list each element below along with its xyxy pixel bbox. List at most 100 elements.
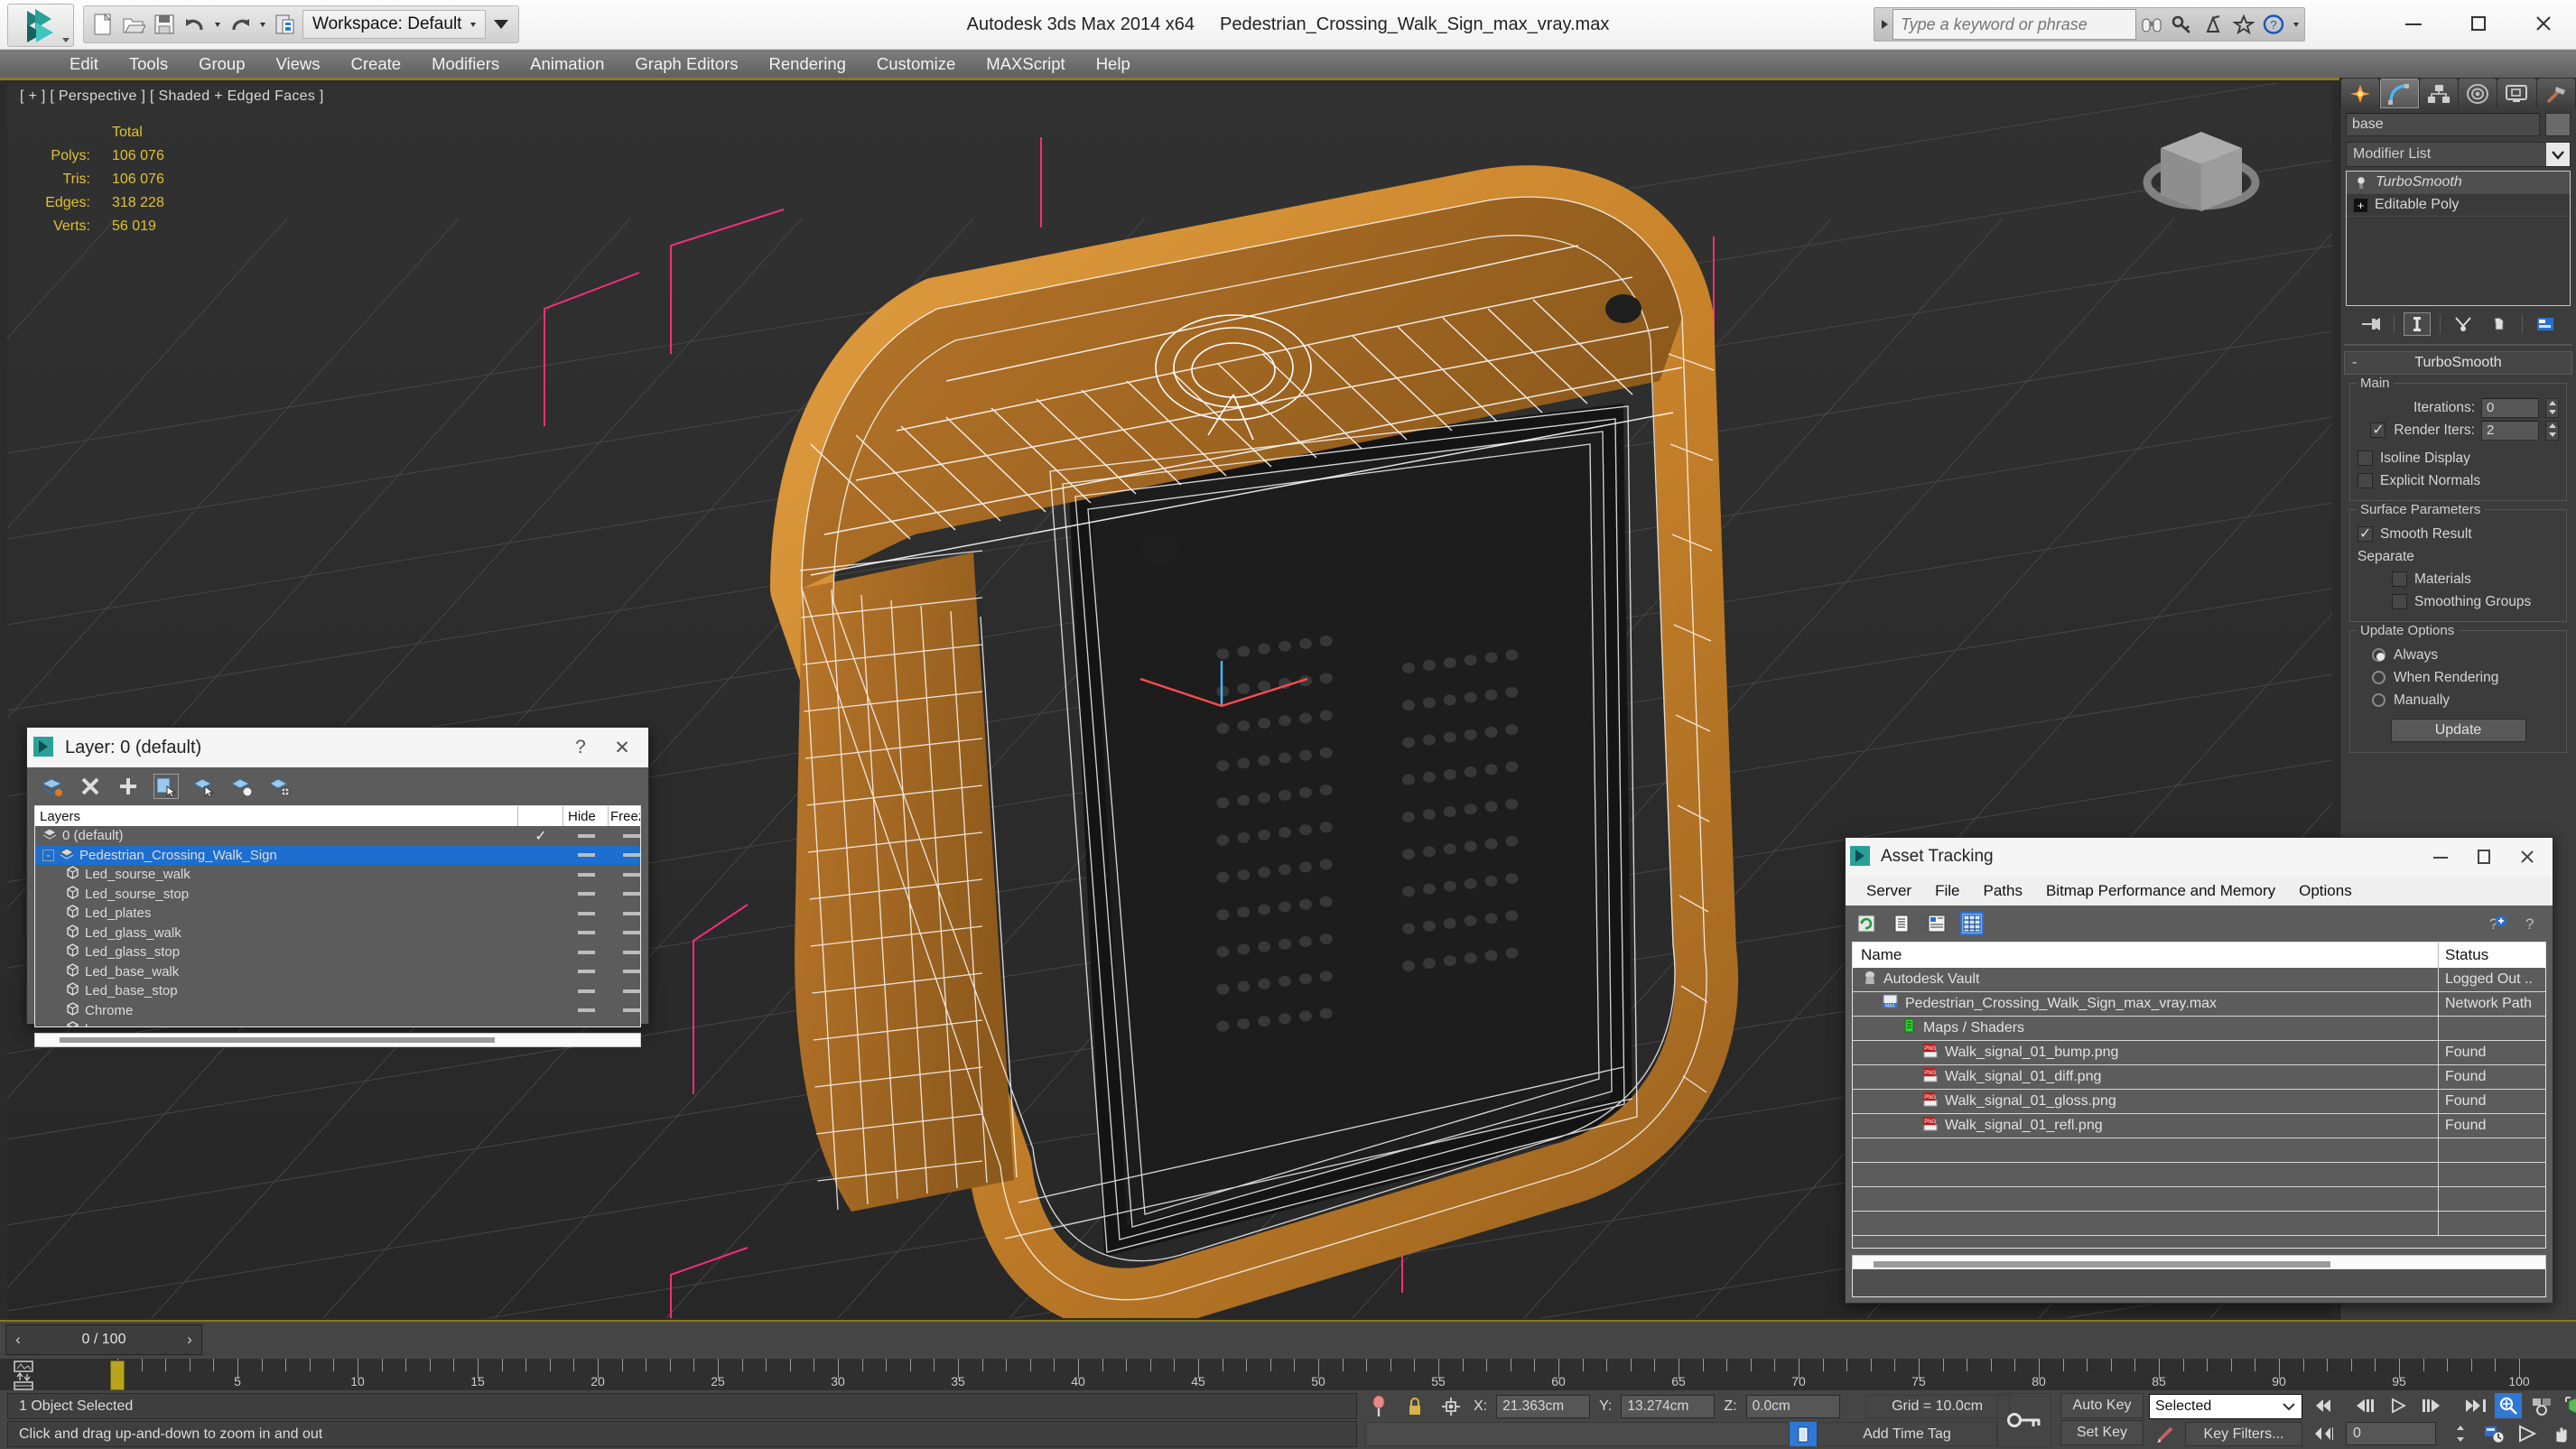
star-icon[interactable]	[2228, 9, 2259, 40]
help-dropdown-icon[interactable]	[2290, 9, 2302, 40]
list-view-icon[interactable]	[1890, 912, 1913, 935]
layer-hide-cell[interactable]	[563, 931, 609, 935]
asset-row[interactable]	[1853, 1163, 2545, 1187]
iterations-spinner[interactable]	[2545, 397, 2559, 418]
rollout-header[interactable]: - TurboSmooth	[2344, 351, 2572, 375]
new-icon[interactable]	[89, 10, 116, 39]
goto-end-icon[interactable]	[2461, 1393, 2488, 1418]
set-current-icon[interactable]	[267, 774, 293, 799]
help-icon[interactable]: ?	[2259, 9, 2290, 40]
smoothing-groups-checkbox[interactable]	[2392, 594, 2407, 609]
project-icon[interactable]	[272, 10, 299, 39]
menu-item-help[interactable]: Help	[1081, 50, 1146, 78]
modify-tab[interactable]	[2380, 79, 2419, 108]
asset-menu-options[interactable]: Options	[2287, 882, 2364, 900]
utilities-tab[interactable]	[2536, 79, 2575, 108]
menu-item-animation[interactable]: Animation	[515, 50, 619, 78]
display-tab[interactable]	[2497, 79, 2536, 108]
undo-dropdown-icon[interactable]	[212, 10, 223, 39]
timeline-ruler[interactable]: 0510152025303540455055606570758085909510…	[114, 1359, 2576, 1392]
modifier-stack-item[interactable]: + Editable Poly	[2347, 194, 2570, 217]
key-mode-combo[interactable]: Selected	[2149, 1394, 2302, 1419]
prev-frame-arrow[interactable]: ‹	[6, 1331, 30, 1349]
goto-start-icon[interactable]	[2308, 1393, 2335, 1418]
pin-icon[interactable]	[1365, 1394, 1392, 1419]
layer-row[interactable]: - Pedestrian_Crossing_Walk_Sign	[35, 845, 640, 865]
always-radio[interactable]	[2372, 648, 2385, 662]
layer-close-button[interactable]: ✕	[601, 729, 643, 766]
asset-row[interactable]: PNG Walk_signal_01_refl.png Found	[1853, 1114, 2545, 1138]
add-time-tag-button[interactable]: Add Time Tag	[1817, 1422, 1997, 1446]
close-button[interactable]	[2511, 0, 2576, 47]
set-key-button[interactable]: Set Key	[2060, 1420, 2144, 1445]
asset-menu-server[interactable]: Server	[1855, 882, 1923, 900]
frame-navigator[interactable]: ‹ 0 / 100 ›	[5, 1324, 202, 1355]
layer-freeze-cell[interactable]	[609, 833, 640, 838]
layer-freeze-cell[interactable]	[609, 1008, 640, 1013]
layer-hide-cell[interactable]	[563, 872, 609, 877]
track-bar-key-icon[interactable]	[7, 1361, 47, 1390]
zoom-region-icon[interactable]	[2495, 1393, 2522, 1418]
asset-minimize-button[interactable]	[2419, 839, 2462, 875]
coord-y-field[interactable]: 13.274cm	[1621, 1394, 1716, 1418]
chevron-down-icon[interactable]	[2546, 143, 2570, 166]
asset-row[interactable]: Autodesk Vault Logged Out ..	[1853, 968, 2545, 992]
undo-icon[interactable]	[181, 10, 209, 39]
materials-checkbox[interactable]	[2392, 571, 2407, 587]
track-bar[interactable]: 0510152025303540455055606570758085909510…	[0, 1359, 2576, 1392]
layer-hide-cell[interactable]	[563, 950, 609, 954]
auto-key-button[interactable]: Auto Key	[2060, 1393, 2144, 1418]
menu-item-create[interactable]: Create	[336, 50, 417, 78]
asset-menu-file[interactable]: File	[1923, 882, 1971, 900]
expand-icon[interactable]: +	[2354, 198, 2367, 212]
layer-horizontal-scrollbar[interactable]	[34, 1033, 641, 1047]
layer-hide-cell[interactable]	[563, 833, 609, 838]
menu-item-graph-editors[interactable]: Graph Editors	[619, 50, 753, 78]
minimize-button[interactable]	[2381, 0, 2446, 47]
help-add-icon[interactable]: ?	[2485, 912, 2508, 935]
satellite-icon[interactable]	[2198, 9, 2228, 40]
layer-freeze-cell[interactable]	[609, 950, 640, 954]
asset-row[interactable]: Maps / Shaders	[1853, 1017, 2545, 1041]
configure-sets-icon[interactable]	[2532, 312, 2559, 336]
coord-x-field[interactable]: 21.363cm	[1496, 1394, 1591, 1418]
redo-icon[interactable]	[227, 10, 254, 39]
lock-icon[interactable]	[1401, 1394, 1428, 1419]
menu-item-modifiers[interactable]: Modifiers	[416, 50, 515, 78]
asset-maximize-button[interactable]	[2462, 839, 2506, 875]
key-mode-icon[interactable]	[2308, 1421, 2335, 1446]
pan-icon[interactable]	[2547, 1421, 2574, 1446]
make-unique-icon[interactable]	[2450, 312, 2477, 336]
asset-row[interactable]	[1853, 1187, 2545, 1212]
modifier-stack-item[interactable]: TurboSmooth	[2347, 172, 2570, 194]
layer-row[interactable]: base	[35, 1020, 640, 1026]
workspace-menu-icon[interactable]	[489, 18, 513, 31]
menu-item-group[interactable]: Group	[183, 50, 260, 78]
iterations-field[interactable]: 0	[2481, 397, 2539, 418]
save-icon[interactable]	[151, 10, 178, 39]
layer-freeze-cell[interactable]	[609, 970, 640, 974]
zoom-extents-icon[interactable]	[2562, 1393, 2576, 1418]
modifier-list-dropdown[interactable]: Modifier List	[2346, 142, 2571, 167]
refresh-icon[interactable]	[1855, 912, 1878, 935]
layer-row[interactable]: Led_base_stop	[35, 981, 640, 1001]
show-end-result-icon[interactable]	[2404, 312, 2431, 336]
select-highlight-icon[interactable]	[191, 774, 217, 799]
asset-menu-paths[interactable]: Paths	[1971, 882, 2033, 900]
render-iters-checkbox[interactable]	[2370, 421, 2386, 439]
binoculars-icon[interactable]	[2136, 9, 2167, 40]
menu-item-views[interactable]: Views	[261, 50, 336, 78]
select-objects-icon[interactable]	[153, 774, 179, 799]
menu-item-rendering[interactable]: Rendering	[754, 50, 861, 78]
layer-hide-cell[interactable]	[563, 911, 609, 915]
layer-current-cell[interactable]: ✓	[518, 827, 563, 845]
layer-freeze-cell[interactable]	[609, 853, 640, 858]
layer-help-button[interactable]: ?	[560, 729, 601, 766]
selection-lock-toggle[interactable]	[1790, 1422, 1817, 1446]
menu-item-tools[interactable]: Tools	[114, 50, 183, 78]
asset-row[interactable]: PNG Walk_signal_01_gloss.png Found	[1853, 1090, 2545, 1114]
selection-lock-icon[interactable]	[1437, 1394, 1465, 1419]
layer-row[interactable]: Led_base_walk	[35, 962, 640, 982]
play-icon[interactable]	[2385, 1393, 2412, 1418]
search-input[interactable]	[1892, 9, 2136, 40]
